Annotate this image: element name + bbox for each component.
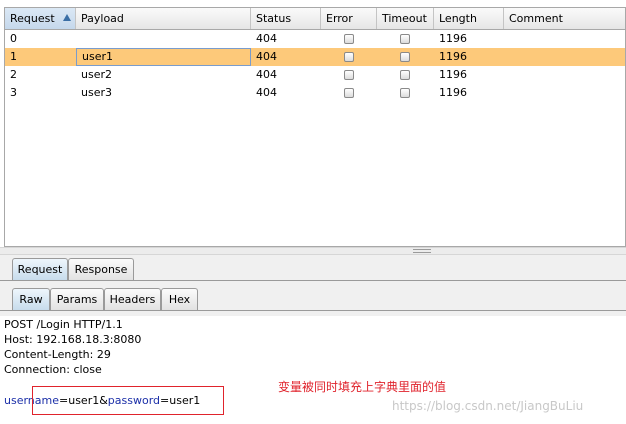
cell-request: 3 bbox=[10, 86, 17, 99]
error-checkbox[interactable] bbox=[344, 70, 354, 80]
cell-payload bbox=[76, 30, 251, 48]
column-header-payload[interactable]: Payload bbox=[76, 8, 251, 29]
table-row[interactable]: 3 user3 404 1196 bbox=[5, 84, 625, 102]
column-header-request[interactable]: Request bbox=[5, 8, 76, 29]
view-tabs-bar: Raw Params Headers Hex bbox=[0, 282, 626, 316]
timeout-checkbox[interactable] bbox=[400, 70, 410, 80]
request-line: POST /Login HTTP/1.1 bbox=[4, 318, 123, 331]
cell-comment bbox=[504, 30, 625, 48]
column-header-label: Payload bbox=[81, 12, 124, 25]
error-checkbox[interactable] bbox=[344, 52, 354, 62]
header-connection: Connection: close bbox=[4, 363, 102, 376]
tab-raw[interactable]: Raw bbox=[12, 288, 50, 310]
tab-headers[interactable]: Headers bbox=[104, 288, 161, 310]
table-row[interactable]: 0 404 1196 bbox=[5, 30, 625, 48]
cell-request: 2 bbox=[10, 68, 17, 81]
cell-request: 1 bbox=[10, 50, 17, 63]
column-header-comment[interactable]: Comment bbox=[504, 8, 625, 29]
error-checkbox[interactable] bbox=[344, 34, 354, 44]
tab-request[interactable]: Request bbox=[12, 258, 68, 280]
cell-comment bbox=[504, 66, 625, 84]
pane-splitter[interactable] bbox=[0, 247, 626, 255]
tab-divider bbox=[0, 310, 626, 311]
watermark: https://blog.csdn.net/JiangBuLiu bbox=[392, 399, 584, 413]
cell-status: 404 bbox=[256, 50, 277, 63]
results-table: Request Payload Status Error Timeout Len… bbox=[4, 7, 626, 247]
cell-comment bbox=[504, 48, 625, 66]
cell-length: 1196 bbox=[439, 86, 467, 99]
cell-length: 1196 bbox=[439, 50, 467, 63]
column-header-label: Timeout bbox=[382, 12, 427, 25]
cell-length: 1196 bbox=[439, 68, 467, 81]
cell-status: 404 bbox=[256, 32, 277, 45]
highlight-box bbox=[32, 386, 224, 415]
tab-hex[interactable]: Hex bbox=[161, 288, 198, 310]
cell-length: 1196 bbox=[439, 32, 467, 45]
cell-request: 0 bbox=[10, 32, 17, 45]
header-content-length: Content-Length: 29 bbox=[4, 348, 111, 361]
cell-status: 404 bbox=[256, 68, 277, 81]
cell-comment bbox=[504, 84, 625, 102]
timeout-checkbox[interactable] bbox=[400, 34, 410, 44]
column-header-label: Length bbox=[439, 12, 477, 25]
column-header-label: Status bbox=[256, 12, 292, 25]
cell-payload: user3 bbox=[81, 86, 112, 99]
column-header-status[interactable]: Status bbox=[251, 8, 321, 29]
timeout-checkbox[interactable] bbox=[400, 52, 410, 62]
cell-payload: user1 bbox=[76, 48, 251, 66]
tab-divider bbox=[0, 280, 626, 281]
tab-response[interactable]: Response bbox=[68, 258, 134, 280]
column-header-label: Comment bbox=[509, 12, 563, 25]
splitter-grip-icon[interactable] bbox=[413, 249, 431, 253]
error-checkbox[interactable] bbox=[344, 88, 354, 98]
tab-params[interactable]: Params bbox=[50, 288, 104, 310]
column-header-timeout[interactable]: Timeout bbox=[377, 8, 434, 29]
cell-status: 404 bbox=[256, 86, 277, 99]
sort-ascending-icon bbox=[63, 14, 71, 21]
cell-payload: user2 bbox=[81, 68, 112, 81]
timeout-checkbox[interactable] bbox=[400, 88, 410, 98]
table-header: Request Payload Status Error Timeout Len… bbox=[5, 8, 625, 30]
column-header-label: Error bbox=[326, 12, 353, 25]
table-row[interactable]: 2 user2 404 1196 bbox=[5, 66, 625, 84]
column-header-error[interactable]: Error bbox=[321, 8, 377, 29]
header-host: Host: 192.168.18.3:8080 bbox=[4, 333, 142, 346]
column-header-length[interactable]: Length bbox=[434, 8, 504, 29]
table-row-selected[interactable]: 1 user1 404 1196 bbox=[5, 48, 625, 66]
message-tabs-bar: Request Response bbox=[0, 255, 626, 282]
column-header-label: Request bbox=[10, 12, 55, 25]
annotation-note: 变量被同时填充上字典里面的值 bbox=[278, 380, 447, 394]
